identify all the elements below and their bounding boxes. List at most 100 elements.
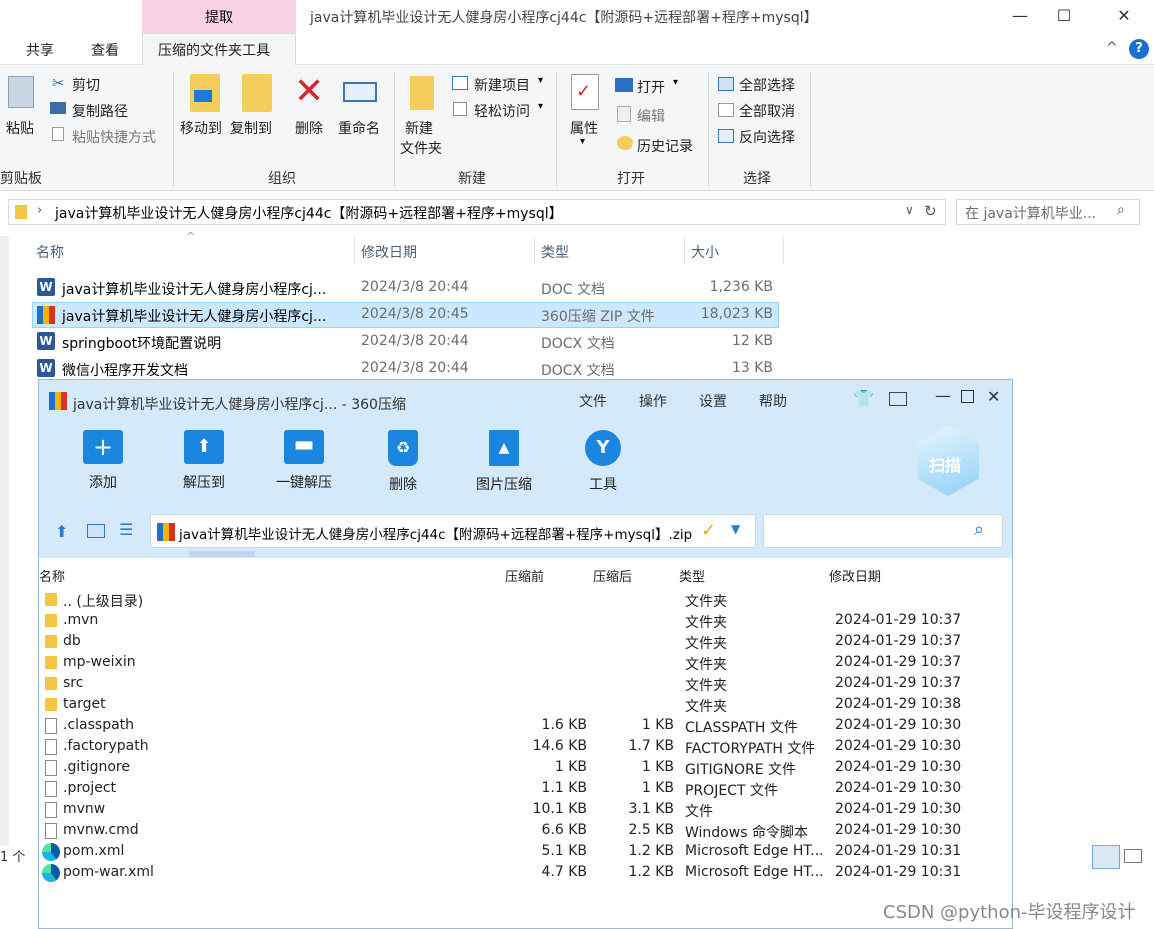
large-icons-view-button[interactable] — [1124, 849, 1142, 863]
history-button[interactable]: 历史记录 — [637, 136, 693, 156]
zip360-row[interactable]: mvnw.cmd 6.6 KB 2.5 KB Windows 命令脚本 2024-01-… — [39, 821, 1012, 842]
zip360-col-date[interactable]: 修改日期 — [829, 566, 881, 585]
menu-operation[interactable]: 操作 — [639, 391, 667, 411]
column-divider[interactable] — [354, 236, 355, 264]
easy-access-button[interactable]: 轻松访问 — [474, 101, 530, 121]
zip360-row[interactable]: mp-weixin 文件夹 2024-01-29 10:37 — [39, 653, 1012, 674]
cut-button[interactable]: 剪切 — [72, 75, 100, 95]
new-item-button[interactable]: 新建项目 — [474, 75, 530, 95]
file-row-selected[interactable]: java计算机毕业设计无人健身房小程序cj... 2024/3/8 20:45 … — [32, 302, 779, 328]
file-row[interactable]: W java计算机毕业设计无人健身房小程序cj... 2024/3/8 20:4… — [32, 275, 779, 301]
zip360-maximize-button[interactable] — [961, 390, 974, 403]
menu-help[interactable]: 帮助 — [759, 391, 787, 411]
new-folder-button-line1[interactable]: 新建 — [405, 118, 433, 138]
tool-tools[interactable]: Y 工具 — [563, 430, 643, 494]
open-button[interactable]: 打开 — [637, 77, 665, 97]
menu-settings[interactable]: 设置 — [699, 391, 727, 411]
zip360-row[interactable]: .. (上级目录) 文件夹 — [39, 590, 1012, 611]
zip360-row[interactable]: .gitignore 1 KB 1 KB GITIGNORE 文件 2024-01-29… — [39, 758, 1012, 779]
minimize-button[interactable]: — — [1000, 3, 1040, 29]
edit-button[interactable]: 编辑 — [637, 106, 665, 126]
zip360-row[interactable]: .factorypath 14.6 KB 1.7 KB FACTORYPATH 文件 2… — [39, 737, 1012, 758]
copy-to-button[interactable]: 复制到 — [230, 118, 272, 138]
tool-image-compress[interactable]: ▲ 图片压缩 — [464, 430, 544, 494]
paste-shortcut-button[interactable]: 粘贴快捷方式 — [72, 127, 156, 147]
zip360-row[interactable]: target 文件夹 2024-01-29 10:38 — [39, 695, 1012, 716]
properties-button[interactable]: 属性 — [570, 118, 598, 138]
tool-one-click-extract[interactable]: ▬ 一键解压 — [264, 430, 344, 492]
tool-extract-to[interactable]: ⬆ 解压到 — [164, 430, 244, 492]
select-all-button[interactable]: 全部选择 — [739, 75, 795, 95]
move-to-button[interactable]: 移动到 — [180, 118, 222, 138]
tab-compressed-tools-label[interactable]: 压缩的文件夹工具 — [158, 40, 270, 60]
zip360-col-after[interactable]: 压缩后 — [593, 566, 632, 585]
address-dropdown-icon[interactable]: ∨ — [905, 203, 914, 217]
delete-icon[interactable]: ✕ — [294, 72, 324, 112]
paste-icon[interactable] — [8, 76, 34, 108]
new-folder-icon[interactable] — [410, 76, 434, 110]
rename-button[interactable]: 重命名 — [338, 118, 380, 138]
zip360-row[interactable]: src 文件夹 2024-01-29 10:37 — [39, 674, 1012, 695]
up-arrow-icon[interactable]: ⬆ — [55, 522, 68, 541]
thumbnail-view-icon[interactable] — [87, 524, 105, 538]
search-icon[interactable]: ⌕ — [974, 519, 984, 540]
details-view-button[interactable] — [1092, 845, 1120, 869]
feedback-icon[interactable] — [889, 392, 907, 406]
column-divider[interactable] — [534, 236, 535, 264]
list-view-icon[interactable]: ☰ — [119, 520, 133, 539]
column-divider[interactable] — [783, 236, 784, 264]
nav-pane-scrollbar[interactable] — [0, 236, 9, 846]
delete-button[interactable]: 删除 — [295, 118, 323, 138]
column-divider[interactable] — [684, 236, 685, 264]
search-input[interactable]: 在 java计算机毕业... ⌕ — [956, 199, 1140, 225]
maximize-button[interactable]: ☐ — [1044, 3, 1084, 29]
close-button[interactable]: ✕ — [1104, 3, 1144, 29]
new-folder-button-line2[interactable]: 文件夹 — [400, 138, 442, 158]
copy-to-icon[interactable] — [242, 74, 272, 112]
help-icon[interactable]: ? — [1129, 39, 1149, 59]
zip360-row-before: 6.6 KB — [541, 822, 588, 838]
zip360-row[interactable]: .mvn 文件夹 2024-01-29 10:37 — [39, 611, 1012, 632]
zip360-row[interactable]: .project 1.1 KB 1 KB PROJECT 文件 2024-01-29 1… — [39, 779, 1012, 800]
zip360-row[interactable]: .classpath 1.6 KB 1 KB CLASSPATH 文件 2024-01-… — [39, 716, 1012, 737]
column-header-size[interactable]: 大小 — [691, 242, 719, 262]
search-icon[interactable]: ⌕ — [1117, 202, 1125, 218]
tool-add[interactable]: + 添加 — [63, 430, 143, 492]
scan-label[interactable]: 扫描 — [929, 452, 961, 476]
zip360-row-after: 2.5 KB — [628, 822, 675, 838]
skin-shirt-icon[interactable]: 👕 — [853, 389, 874, 409]
menu-file[interactable]: 文件 — [579, 391, 607, 411]
paste-button[interactable]: 粘贴 — [6, 118, 34, 138]
file-row[interactable]: W springboot环境配置说明 2024/3/8 20:44 DOCX 文… — [32, 329, 779, 355]
zip360-col-type[interactable]: 类型 — [679, 566, 705, 585]
zip360-row[interactable]: db 文件夹 2024-01-29 10:37 — [39, 632, 1012, 653]
zip360-row[interactable]: mvnw 10.1 KB 3.1 KB 文件 2024-01-29 10:30 — [39, 800, 1012, 821]
copy-path-button[interactable]: 复制路径 — [72, 101, 128, 121]
properties-icon[interactable]: ✓ — [571, 74, 599, 110]
select-none-button[interactable]: 全部取消 — [739, 101, 795, 121]
zip360-search-input[interactable]: ⌕ — [763, 514, 1003, 548]
zip360-path-bar[interactable]: java计算机毕业设计无人健身房小程序cj44c【附源码+远程部署+程序+mys… — [150, 514, 756, 548]
column-header-name[interactable]: 名称 — [36, 242, 64, 262]
history-icon — [617, 136, 633, 150]
ribbon-collapse-icon[interactable]: ^ — [1106, 40, 1118, 56]
tab-share[interactable]: 共享 — [26, 40, 54, 60]
rename-icon[interactable] — [343, 82, 377, 102]
zip360-row[interactable]: pom-war.xml 4.7 KB 1.2 KB Microsoft Edge HT… — [39, 863, 1012, 884]
zip360-close-button[interactable]: ✕ — [987, 387, 1000, 406]
tab-extract-context[interactable]: 提取 — [142, 0, 296, 35]
tool-delete[interactable]: ♻ 删除 — [363, 430, 443, 494]
invert-selection-button[interactable]: 反向选择 — [739, 127, 795, 147]
path-dropdown-icon[interactable]: ▼ — [731, 522, 740, 536]
column-header-type[interactable]: 类型 — [541, 242, 569, 262]
zip360-col-before[interactable]: 压缩前 — [505, 566, 544, 585]
zip360-scroll-thumb[interactable] — [189, 551, 255, 557]
address-bar[interactable]: › java计算机毕业设计无人健身房小程序cj44c【附源码+远程部署+程序+m… — [8, 199, 946, 225]
tab-view[interactable]: 查看 — [91, 40, 119, 60]
zip360-col-name[interactable]: 名称 — [39, 566, 65, 585]
zip360-minimize-button[interactable]: — — [935, 386, 951, 405]
move-to-icon[interactable] — [190, 74, 220, 112]
refresh-icon[interactable]: ↻ — [924, 202, 937, 220]
column-header-date[interactable]: 修改日期 — [361, 242, 417, 262]
zip360-row[interactable]: pom.xml 5.1 KB 1.2 KB Microsoft Edge HT... 2… — [39, 842, 1012, 863]
